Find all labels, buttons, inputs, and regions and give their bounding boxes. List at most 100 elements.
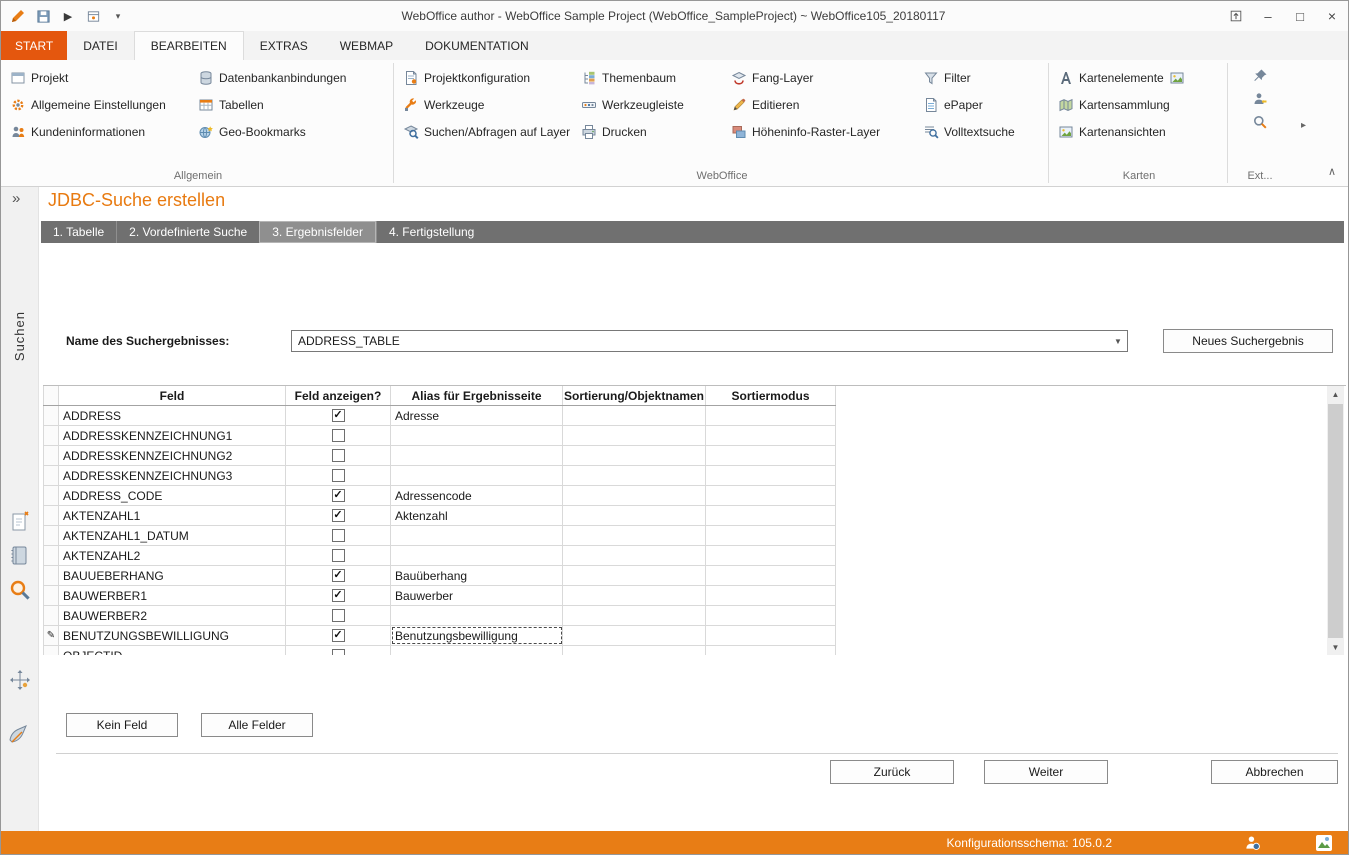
row-header[interactable] [43,566,59,585]
zurueck-button[interactable]: Zurück [830,760,954,784]
column-header-alias[interactable]: Alias für Ergebnisseite [391,386,563,405]
cell-sortierung[interactable] [563,606,706,625]
cell-anzeigen[interactable] [286,646,391,655]
row-header[interactable] [43,426,59,445]
ribbon-item-projektkonfiguration[interactable]: Projektkonfiguration [398,65,576,91]
run-icon[interactable]: ▶ [59,7,77,25]
save-icon[interactable] [34,7,52,25]
column-header-sortierung[interactable]: Sortierung/Objektnamen [563,386,706,405]
cell-sortiermodus[interactable] [706,586,836,605]
table-row[interactable]: ADDRESSKENNZEICHNUNG1 [43,426,836,446]
cell-feld[interactable]: ADDRESS [59,406,286,425]
ribbon-item-allgemeine-einstellungen[interactable]: Allgemeine Einstellungen [5,92,193,118]
row-header[interactable] [43,486,59,505]
ribbon-item-tabellen[interactable]: Tabellen [193,92,391,118]
scroll-up-icon[interactable]: ▲ [1327,386,1344,403]
table-row[interactable]: BAUWERBER2 [43,606,836,626]
row-header[interactable] [43,506,59,525]
cell-sortiermodus[interactable] [706,646,836,655]
row-header[interactable] [43,466,59,485]
ribbon-item-projekt[interactable]: Projekt [5,65,193,91]
cell-sortiermodus[interactable] [706,486,836,505]
user-status-icon[interactable] [1242,833,1262,853]
cell-feld[interactable]: BENUTZUNGSBEWILLIGUNG [59,626,286,645]
ribbon-item-drucken[interactable]: Drucken [576,119,726,145]
cell-sortiermodus[interactable] [706,446,836,465]
checkbox[interactable] [332,469,345,482]
checkbox[interactable] [332,649,345,655]
cell-anzeigen[interactable] [286,506,391,525]
cell-anzeigen[interactable] [286,526,391,545]
checkbox[interactable] [332,429,345,442]
checkbox[interactable] [332,589,345,602]
search-result-name-combobox[interactable]: ADDRESS_TABLE ▼ [291,330,1128,352]
row-header[interactable] [43,406,59,425]
table-row[interactable]: AKTENZAHL1_DATUM [43,526,836,546]
cell-sortiermodus[interactable] [706,406,836,425]
column-header-feld-anzeigen[interactable]: Feld anzeigen? [286,386,391,405]
table-row[interactable]: BAUWERBER1 Bauwerber [43,586,836,606]
checkbox[interactable] [332,449,345,462]
column-header-sortiermodus[interactable]: Sortiermodus [706,386,836,405]
row-header[interactable] [43,546,59,565]
ribbon-item-datenbankanbindungen[interactable]: Datenbankanbindungen [193,65,391,91]
signature-pen-icon[interactable] [7,721,33,747]
cell-sortiermodus[interactable] [706,506,836,525]
row-header[interactable] [43,606,59,625]
table-row[interactable]: AKTENZAHL1 Aktenzahl [43,506,836,526]
table-row[interactable]: ADDRESSKENNZEICHNUNG3 [43,466,836,486]
checkbox[interactable] [332,509,345,522]
cell-alias[interactable] [391,446,563,465]
cell-sortierung[interactable] [563,546,706,565]
notebook-icon[interactable] [7,543,33,569]
close-button[interactable]: × [1316,1,1348,31]
row-header-editing[interactable]: ✎ [43,626,59,645]
cell-alias-focused[interactable]: Benutzungsbewilligung [391,626,563,645]
cell-sortiermodus[interactable] [706,566,836,585]
table-row[interactable]: AKTENZAHL2 [43,546,836,566]
cell-sortierung[interactable] [563,446,706,465]
cell-anzeigen[interactable] [286,606,391,625]
tab-datei[interactable]: DATEI [67,31,133,60]
scroll-down-icon[interactable]: ▼ [1327,639,1344,655]
cell-feld[interactable]: AKTENZAHL1_DATUM [59,526,286,545]
cell-alias[interactable]: Aktenzahl [391,506,563,525]
wizard-step-fertigstellung[interactable]: 4. Fertigstellung [376,221,486,243]
row-header[interactable] [43,526,59,545]
cell-alias[interactable] [391,546,563,565]
cell-sortierung[interactable] [563,406,706,425]
cell-alias[interactable]: Bauwerber [391,586,563,605]
table-row[interactable]: ADDRESSKENNZEICHNUNG2 [43,446,836,466]
app-logo-icon[interactable] [9,7,27,25]
maximize-button[interactable]: □ [1284,1,1316,31]
cell-sortierung[interactable] [563,646,706,655]
cell-sortierung[interactable] [563,626,706,645]
cell-sortierung[interactable] [563,506,706,525]
checkbox[interactable] [332,409,345,422]
cell-sortiermodus[interactable] [706,466,836,485]
wizard-step-vordefinierte-suche[interactable]: 2. Vordefinierte Suche [116,221,259,243]
cell-anzeigen[interactable] [286,546,391,565]
cell-anzeigen[interactable] [286,566,391,585]
user-key-icon[interactable] [1252,91,1268,107]
new-search-result-button[interactable]: Neues Suchergebnis [1163,329,1333,353]
qat-dropdown-icon[interactable]: ▾ [109,7,127,25]
cell-anzeigen[interactable] [286,446,391,465]
cell-anzeigen[interactable] [286,406,391,425]
project-window-icon[interactable] [84,7,102,25]
cell-alias[interactable] [391,466,563,485]
table-row-editing[interactable]: ✎ BENUTZUNGSBEWILLIGUNG Benutzungsbewill… [43,626,836,646]
cell-sortierung[interactable] [563,566,706,585]
cell-alias[interactable] [391,526,563,545]
cell-sortierung[interactable] [563,526,706,545]
popout-icon[interactable] [1220,1,1252,31]
cell-anzeigen[interactable] [286,426,391,445]
scrollbar-thumb[interactable] [1328,404,1343,638]
cell-feld[interactable]: AKTENZAHL1 [59,506,286,525]
checkbox[interactable] [332,549,345,562]
abbrechen-button[interactable]: Abbrechen [1211,760,1338,784]
move-objects-icon[interactable] [7,667,33,693]
cell-alias[interactable] [391,426,563,445]
row-header[interactable] [43,586,59,605]
tab-webmap[interactable]: WEBMAP [324,31,409,60]
